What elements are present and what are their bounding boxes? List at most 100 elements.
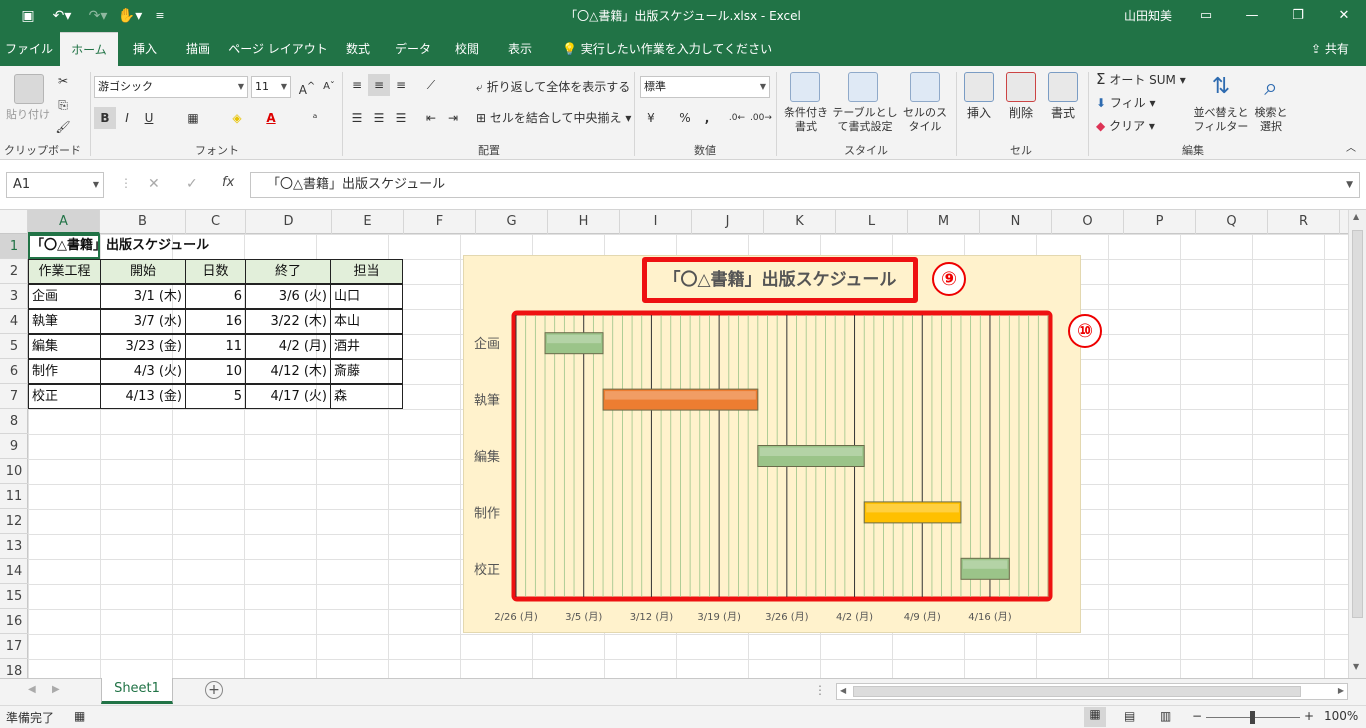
column-header-M[interactable]: M: [908, 210, 980, 234]
shrink-font-icon[interactable]: Aˇ: [318, 76, 340, 98]
header-days[interactable]: 日数: [185, 259, 246, 284]
fill-button[interactable]: ⬇ フィル ▾: [1096, 96, 1156, 110]
cell-end[interactable]: 4/12 (木): [245, 359, 331, 384]
cell-days[interactable]: 6: [185, 284, 246, 309]
vertical-scrollbar[interactable]: ▲ ▼: [1348, 210, 1366, 678]
align-left-icon[interactable]: ☰: [346, 107, 368, 129]
number-format-select[interactable]: 標準 ▼: [640, 76, 770, 98]
copy-icon[interactable]: ⎘: [52, 94, 74, 116]
cell-owner[interactable]: 本山: [330, 309, 403, 334]
row-header-13[interactable]: 13: [0, 534, 28, 559]
phonetic-icon[interactable]: ᵃ: [304, 107, 326, 129]
column-header-P[interactable]: P: [1124, 210, 1196, 234]
paste-icon[interactable]: [14, 74, 44, 104]
row-header-11[interactable]: 11: [0, 484, 28, 509]
horizontal-scroll-thumb[interactable]: [853, 686, 1301, 697]
header-start[interactable]: 開始: [100, 259, 186, 284]
cell-task[interactable]: 制作: [28, 359, 101, 384]
column-header-R[interactable]: R: [1268, 210, 1340, 234]
next-sheet-icon[interactable]: ▶: [52, 684, 60, 695]
insert-cells-icon[interactable]: [964, 72, 994, 102]
cell-task[interactable]: 編集: [28, 334, 101, 359]
column-header-J[interactable]: J: [692, 210, 764, 234]
row-header-10[interactable]: 10: [0, 459, 28, 484]
row-header-6[interactable]: 6: [0, 359, 28, 384]
close-icon[interactable]: ✕: [1324, 4, 1364, 28]
sheet-tab-sheet1[interactable]: Sheet1: [101, 678, 173, 704]
column-header-K[interactable]: K: [764, 210, 836, 234]
gantt-chart[interactable]: 企画 執筆 編集 制作 校正 2/26 (月) 3/5 (月) 3/12 (月) 3/19 (月…: [463, 255, 1102, 633]
zoom-slider-thumb[interactable]: [1250, 711, 1255, 724]
decrease-indent-icon[interactable]: ⇤: [420, 107, 442, 129]
format-as-table-label[interactable]: テーブルとして書式設定: [832, 106, 898, 134]
minimize-icon[interactable]: —: [1232, 4, 1272, 28]
cell-days[interactable]: 16: [185, 309, 246, 334]
page-layout-view-icon[interactable]: ▤: [1124, 709, 1135, 723]
bold-button[interactable]: B: [94, 107, 116, 129]
share-button[interactable]: ⇪ 共有: [1311, 32, 1349, 66]
decrease-decimal-icon[interactable]: .00→: [750, 107, 772, 129]
conditional-format-icon[interactable]: [790, 72, 820, 102]
normal-view-icon[interactable]: ▦: [1084, 707, 1106, 727]
find-select-label[interactable]: 検索と選択: [1250, 106, 1292, 134]
find-select-icon[interactable]: ⌕: [1256, 72, 1286, 102]
delete-cells-icon[interactable]: [1006, 72, 1036, 102]
comma-button[interactable]: ,: [696, 107, 718, 129]
cell-end[interactable]: 4/17 (火): [245, 384, 331, 409]
header-end[interactable]: 終了: [245, 259, 331, 284]
scroll-down-icon[interactable]: ▼: [1353, 662, 1359, 671]
cell-task[interactable]: 校正: [28, 384, 101, 409]
row-header-15[interactable]: 15: [0, 584, 28, 609]
sort-filter-icon[interactable]: ⇅: [1206, 72, 1236, 102]
cell-owner[interactable]: 山口: [330, 284, 403, 309]
restore-icon[interactable]: ❐: [1278, 4, 1318, 28]
align-middle-icon[interactable]: ≡: [368, 74, 390, 96]
zoom-in-icon[interactable]: +: [1304, 709, 1314, 723]
column-header-A[interactable]: A: [28, 210, 100, 234]
cut-icon[interactable]: ✂: [52, 70, 74, 92]
collapse-ribbon-icon[interactable]: ︿: [1340, 138, 1362, 160]
scroll-up-icon[interactable]: ▲: [1353, 212, 1359, 221]
italic-button[interactable]: I: [116, 107, 138, 129]
new-sheet-icon[interactable]: +: [205, 681, 223, 699]
delete-cells-label[interactable]: 削除: [1000, 106, 1042, 120]
orientation-icon[interactable]: ⟋: [420, 74, 442, 96]
format-cells-icon[interactable]: [1048, 72, 1078, 102]
cell-start[interactable]: 4/13 (金): [100, 384, 186, 409]
column-header-N[interactable]: N: [980, 210, 1052, 234]
ribbon-display-icon[interactable]: ▭: [1186, 4, 1226, 28]
insert-cells-label[interactable]: 挿入: [958, 106, 1000, 120]
font-size-select[interactable]: 11 ▼: [251, 76, 291, 98]
row-header-1[interactable]: 1: [0, 234, 28, 259]
column-header-B[interactable]: B: [100, 210, 186, 234]
format-painter-icon[interactable]: 🖌: [52, 116, 74, 138]
cell-owner[interactable]: 森: [330, 384, 403, 409]
font-name-select[interactable]: 游ゴシック ▼: [94, 76, 248, 98]
cell-styles-icon[interactable]: [910, 72, 940, 102]
borders-icon[interactable]: ▦: [182, 107, 204, 129]
cell-owner[interactable]: 斎藤: [330, 359, 403, 384]
align-top-icon[interactable]: ≡: [346, 74, 368, 96]
grow-font-icon[interactable]: A^: [296, 76, 318, 98]
column-header-G[interactable]: G: [476, 210, 548, 234]
cell-start[interactable]: 3/7 (水): [100, 309, 186, 334]
row-header-14[interactable]: 14: [0, 559, 28, 584]
row-header-16[interactable]: 16: [0, 609, 28, 634]
percent-button[interactable]: %: [674, 107, 696, 129]
header-owner[interactable]: 担当: [330, 259, 403, 284]
wrap-text-button[interactable]: ⤶ 折り返して全体を表示する: [476, 80, 630, 94]
align-right-icon[interactable]: ☰: [390, 107, 412, 129]
tab-review[interactable]: 校閲: [442, 32, 492, 66]
enter-icon[interactable]: ✓: [186, 176, 198, 192]
row-header-9[interactable]: 9: [0, 434, 28, 459]
clear-button[interactable]: ◆ クリア ▾: [1096, 119, 1155, 133]
formula-input[interactable]: 「〇△書籍」出版スケジュール ▼: [250, 172, 1360, 198]
tab-data[interactable]: データ: [386, 32, 440, 66]
prev-sheet-icon[interactable]: ◀: [28, 684, 36, 695]
header-task[interactable]: 作業工程: [28, 259, 101, 284]
align-center-icon[interactable]: ☰: [368, 107, 390, 129]
name-box[interactable]: A1 ▼: [6, 172, 104, 198]
cell-start[interactable]: 4/3 (火): [100, 359, 186, 384]
increase-indent-icon[interactable]: ⇥: [442, 107, 464, 129]
cell-task[interactable]: 執筆: [28, 309, 101, 334]
